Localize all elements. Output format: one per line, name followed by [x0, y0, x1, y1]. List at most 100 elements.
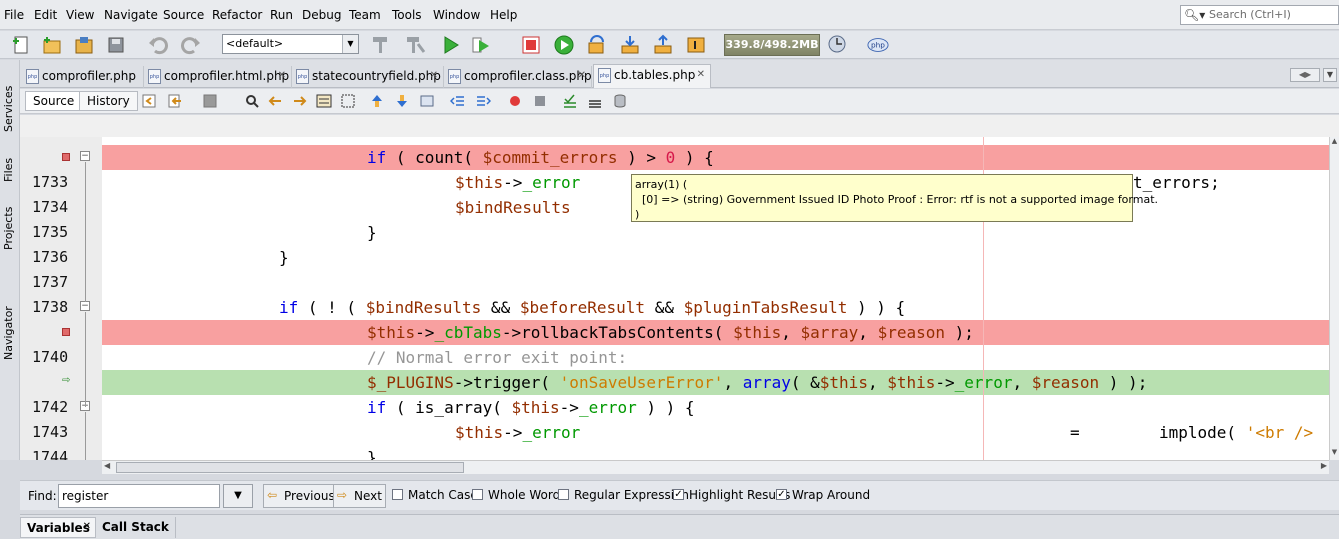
tab-statecountryfield-php[interactable]: php statecountryfield.php ✕ [292, 66, 444, 88]
forward-icon[interactable] [202, 93, 218, 109]
regular-expression-checkbox[interactable]: Regular Expression [558, 488, 689, 502]
close-icon[interactable]: ✕ [697, 69, 705, 80]
whole-words-checkbox[interactable]: Whole Words [472, 488, 566, 502]
line-number: 1744 [32, 448, 69, 460]
line-number-gutter: − 1733 1734 1735 1736 1737 1738 − 1740 ⇨… [20, 137, 102, 460]
continue-icon[interactable] [553, 34, 575, 56]
source-view-tab[interactable]: Source [25, 91, 83, 111]
php-file-icon: php [598, 68, 611, 83]
menu-file[interactable]: File [4, 8, 24, 22]
vertical-scrollbar[interactable]: ▲ ▼ [1329, 137, 1339, 460]
toggle-highlight-icon[interactable] [316, 93, 332, 109]
projects-panel-toggle[interactable]: Projects [2, 207, 15, 250]
wrap-around-checkbox[interactable]: ✓ Wrap Around [776, 488, 870, 502]
find-selection-icon[interactable] [244, 93, 260, 109]
breakpoint-icon[interactable] [62, 153, 70, 161]
menu-edit[interactable]: Edit [34, 8, 57, 22]
back-icon[interactable] [167, 93, 183, 109]
highlight-results-checkbox[interactable]: ✓ Highlight Results [673, 488, 790, 502]
find-next-button[interactable]: ⇨ Next [333, 484, 386, 508]
step-out-icon[interactable] [652, 34, 674, 56]
menu-navigate[interactable]: Navigate [104, 8, 158, 22]
shift-right-icon[interactable] [475, 93, 491, 109]
new-file-icon[interactable] [10, 34, 32, 56]
run-file-icon[interactable] [470, 34, 492, 56]
scroll-right-icon[interactable]: ▶ [1321, 461, 1327, 470]
memory-usage-indicator[interactable]: 339.8/498.2MB [724, 34, 820, 56]
scroll-up-icon[interactable]: ▲ [1330, 137, 1339, 149]
php-icon[interactable]: php [867, 34, 891, 56]
fold-toggle-icon[interactable]: − [80, 301, 90, 311]
step-into-icon[interactable] [619, 34, 641, 56]
menu-refactor[interactable]: Refactor [212, 8, 262, 22]
menu-help[interactable]: Help [490, 8, 517, 22]
find-next-label: Next [354, 489, 382, 503]
shift-left-icon[interactable] [450, 93, 466, 109]
tab-call-stack[interactable]: Call Stack [96, 517, 176, 538]
close-icon[interactable]: ✕ [83, 521, 91, 532]
clean-build-icon[interactable] [404, 34, 426, 56]
profile-clock-icon[interactable] [827, 34, 849, 56]
scrollbar-thumb[interactable] [116, 462, 464, 473]
close-icon[interactable]: ✕ [278, 70, 286, 81]
code-line: if ( count( $commit_errors ) > 0 ) { [367, 148, 714, 167]
breakpoint-icon[interactable] [62, 328, 70, 336]
stop-icon[interactable] [520, 34, 542, 56]
horizontal-scrollbar[interactable]: ◀ ▶ [102, 460, 1329, 474]
scroll-left-icon[interactable]: ◀ [104, 461, 110, 470]
build-hammer-icon[interactable] [370, 34, 392, 56]
svg-text:php: php [871, 41, 885, 50]
menu-debug[interactable]: Debug [302, 8, 341, 22]
last-edit-icon[interactable] [141, 93, 157, 109]
menu-window[interactable]: Window [433, 8, 480, 22]
navigator-panel-toggle[interactable]: Navigator [2, 306, 15, 360]
tab-cb-tables-php[interactable]: php cb.tables.php ✕ [593, 64, 711, 88]
open-project-icon[interactable] [73, 34, 95, 56]
tab-list-dropdown[interactable]: ▼ [1323, 68, 1337, 82]
find-input[interactable]: register [58, 484, 220, 508]
tab-scroll-arrows[interactable]: ◀▶ [1290, 68, 1320, 82]
arrow-left-icon: ⇦ [267, 488, 278, 502]
close-icon[interactable]: ✕ [578, 70, 586, 81]
tab-comprofiler-class-php[interactable]: php comprofiler.class.php ✕ [444, 66, 592, 88]
tab-label: Variables [27, 521, 90, 535]
run-icon[interactable] [440, 34, 462, 56]
toggle-rectangular-selection-icon[interactable] [340, 93, 356, 109]
find-previous-button[interactable]: ⇦ Previous [263, 484, 339, 508]
database-icon[interactable] [612, 93, 628, 109]
find-next-icon[interactable] [292, 93, 308, 109]
run-to-cursor-icon[interactable] [685, 34, 707, 56]
redo-icon[interactable] [180, 34, 202, 56]
match-case-checkbox[interactable]: Match Case [392, 488, 478, 502]
history-view-tab[interactable]: History [79, 91, 138, 111]
save-all-icon[interactable] [105, 34, 127, 56]
find-previous-icon[interactable] [267, 93, 283, 109]
new-project-icon[interactable] [41, 34, 63, 56]
tab-comprofiler-php[interactable]: php comprofiler.php [22, 66, 144, 88]
validate-icon[interactable] [587, 93, 603, 109]
scroll-down-icon[interactable]: ▼ [1330, 448, 1339, 460]
fold-toggle-icon[interactable]: − [80, 151, 90, 161]
tab-variables[interactable]: Variables ✕ [20, 517, 96, 538]
menu-team[interactable]: Team [349, 8, 381, 22]
search-input[interactable]: 🔍︎▾ Search (Ctrl+I) [1180, 5, 1339, 25]
menu-view[interactable]: View [66, 8, 94, 22]
menu-source[interactable]: Source [163, 8, 204, 22]
services-panel-toggle[interactable]: Services [2, 86, 15, 132]
stop-macro-recording-icon[interactable] [532, 93, 548, 109]
configuration-select[interactable]: <default> ▼ [222, 34, 359, 54]
start-macro-recording-icon[interactable] [507, 93, 523, 109]
toggle-bookmark-icon[interactable] [419, 93, 435, 109]
files-panel-toggle[interactable]: Files [2, 158, 15, 182]
menu-run[interactable]: Run [270, 8, 293, 22]
close-icon[interactable]: ✕ [430, 70, 438, 81]
step-over-icon[interactable] [586, 34, 608, 56]
undo-icon[interactable] [147, 34, 169, 56]
previous-bookmark-icon[interactable] [369, 93, 385, 109]
menu-tools[interactable]: Tools [392, 8, 422, 22]
editor-tabs: php comprofiler.php php comprofiler.html.p… [20, 60, 1339, 88]
find-history-dropdown[interactable]: ▼ [223, 484, 253, 508]
tab-comprofiler-html-php[interactable]: php comprofiler.html.php ✕ [144, 66, 292, 88]
next-bookmark-icon[interactable] [394, 93, 410, 109]
check-file-icon[interactable] [562, 93, 578, 109]
